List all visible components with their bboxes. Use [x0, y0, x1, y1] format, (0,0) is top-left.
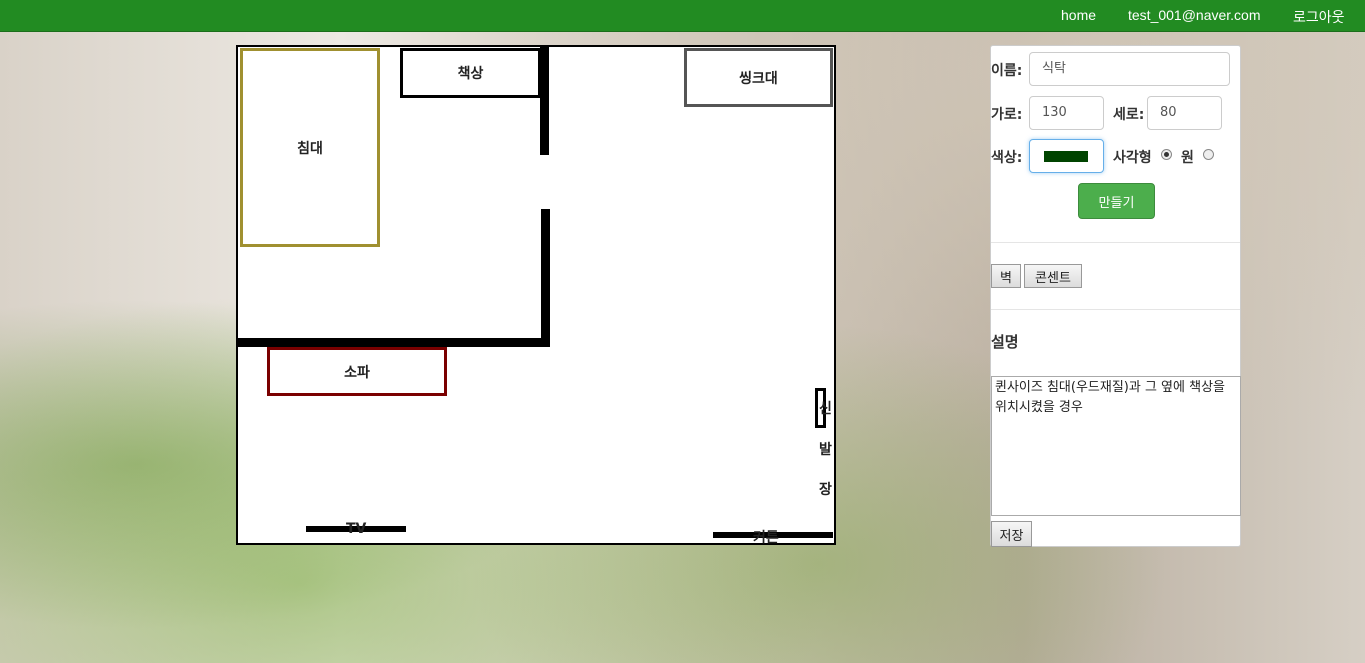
name-label: 이름: [991, 63, 1023, 79]
top-navbar: home test_001@naver.com 로그아웃 [0, 0, 1365, 32]
wall-segment[interactable] [540, 47, 549, 155]
color-picker[interactable] [1029, 139, 1104, 173]
outlet-button[interactable]: 콘센트 [1024, 264, 1082, 288]
wall-segment[interactable] [238, 338, 550, 347]
curtain-label: 커튼 [753, 530, 779, 546]
width-input[interactable]: 130 [1029, 96, 1104, 130]
width-label: 가로: [991, 107, 1023, 123]
description-heading: 설명 [991, 333, 1019, 351]
furniture-sink[interactable]: 씽크대 [684, 48, 833, 107]
height-label: 세로: [1113, 107, 1145, 123]
save-button[interactable]: 저장 [991, 521, 1032, 547]
shoe-closet-label-1: 신 [819, 401, 832, 417]
shape-circle-radio[interactable] [1203, 149, 1214, 160]
shoe-closet-label-2: 발 [819, 442, 832, 458]
divider [991, 242, 1240, 243]
furniture-bed[interactable]: 침대 [240, 48, 380, 247]
divider [991, 309, 1240, 310]
furniture-label: 씽크대 [739, 70, 778, 87]
logout-link[interactable]: 로그아웃 [1293, 7, 1345, 27]
tv-label: TV [346, 521, 367, 537]
control-panel: 이름: 식탁 가로: 130 세로: 80 색상: 사각형 원 만들기 벽 콘센… [990, 45, 1241, 547]
furniture-desk[interactable]: 책상 [400, 48, 541, 98]
floorplan-canvas[interactable]: 침대 책상 씽크대 소파 신 발 장 TV 커튼 [236, 45, 836, 546]
shape-circle-label: 원 [1181, 150, 1194, 166]
furniture-label: 책상 [457, 66, 484, 82]
shape-rect-label: 사각형 [1113, 150, 1152, 166]
shape-rect-radio[interactable] [1161, 149, 1172, 160]
furniture-label: 소파 [344, 364, 370, 381]
furniture-sofa[interactable]: 소파 [267, 347, 447, 396]
description-textarea[interactable]: 퀸사이즈 침대(우드재질)과 그 옆에 책상을 위치시켰을 경우 [991, 376, 1241, 516]
home-link[interactable]: home [1061, 7, 1096, 23]
shoe-closet-label-3: 장 [819, 482, 832, 498]
wall-button[interactable]: 벽 [991, 264, 1021, 288]
wall-segment[interactable] [541, 209, 550, 345]
color-label: 색상: [991, 150, 1023, 166]
furniture-label: 침대 [297, 140, 323, 157]
create-button[interactable]: 만들기 [1078, 183, 1155, 219]
height-input[interactable]: 80 [1147, 96, 1222, 130]
color-swatch [1044, 151, 1088, 162]
user-email-link[interactable]: test_001@naver.com [1128, 7, 1261, 23]
name-input[interactable]: 식탁 [1029, 52, 1230, 86]
